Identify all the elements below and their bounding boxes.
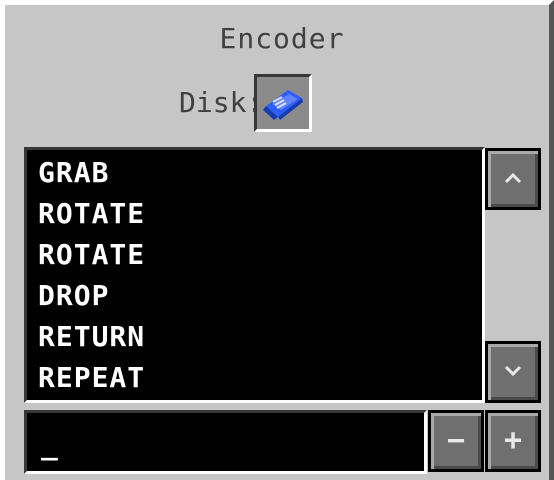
encoder-window: Encoder Disk: GRAB ROTATE ROTATE DROP RE… [0,0,554,480]
add-instruction-button[interactable]: + [485,410,541,472]
instruction-list[interactable]: GRAB ROTATE ROTATE DROP RETURN REPEAT [24,147,485,403]
scroll-up-button[interactable] [485,148,541,210]
remove-instruction-button[interactable]: − [428,410,484,472]
minus-label: − [446,423,466,458]
chevron-up-icon [504,172,522,184]
chevron-down-icon [504,365,522,377]
scroll-down-button[interactable] [485,341,541,403]
instruction-input[interactable]: _ [24,410,427,474]
plus-label: + [503,423,523,458]
window-title: Encoder [219,22,345,55]
instruction-rotate-2[interactable]: ROTATE [38,234,145,275]
instruction-drop[interactable]: DROP [38,275,109,316]
instruction-return[interactable]: RETURN [38,316,145,357]
instruction-repeat[interactable]: REPEAT [38,357,145,398]
disk-label: Disk: [179,86,264,119]
instruction-rotate-1[interactable]: ROTATE [38,193,145,234]
instruction-grab[interactable]: GRAB [38,152,109,193]
blue-floppy-disk-icon [263,90,303,120]
disk-slot[interactable] [254,74,312,132]
text-cursor: _ [41,428,58,461]
